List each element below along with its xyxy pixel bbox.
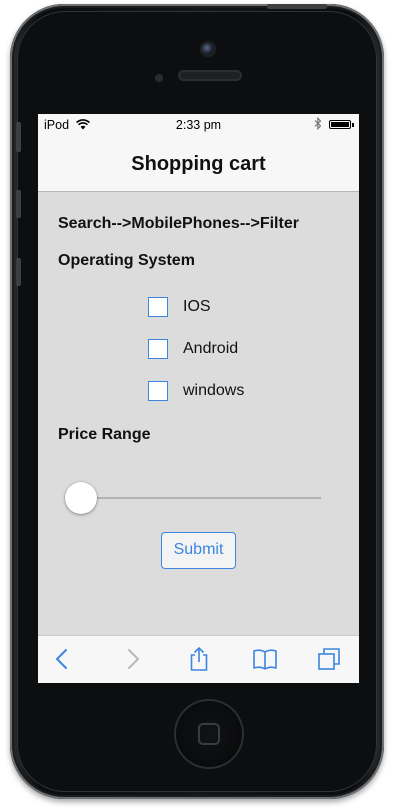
android-checkbox[interactable] <box>148 339 168 359</box>
option-ios[interactable]: IOS <box>148 295 211 319</box>
proximity-sensor <box>155 74 163 82</box>
screen: iPod 2:33 pm Shopping cart Search-->Mobi… <box>38 114 359 683</box>
option-android[interactable]: Android <box>148 337 238 361</box>
option-windows[interactable]: windows <box>148 379 244 403</box>
android-label: Android <box>183 340 239 357</box>
breadcrumb: Search-->MobilePhones-->Filter <box>58 215 299 232</box>
navigation-bar: Shopping cart <box>38 136 359 192</box>
share-icon[interactable] <box>186 646 212 672</box>
submit-button[interactable]: Submit <box>161 532 236 569</box>
windows-label: windows <box>183 382 245 399</box>
os-heading: Operating System <box>58 252 195 269</box>
home-square-icon <box>198 723 220 745</box>
bookmarks-icon[interactable] <box>252 646 278 672</box>
front-camera <box>202 43 214 55</box>
page-title: Shopping cart <box>131 153 266 175</box>
earpiece-speaker <box>178 70 242 81</box>
power-button <box>267 4 327 9</box>
browser-toolbar <box>38 635 359 683</box>
price-range-heading: Price Range <box>58 426 151 443</box>
home-button[interactable] <box>176 701 242 767</box>
volume-down-button <box>16 258 21 286</box>
mute-switch <box>16 122 21 152</box>
back-icon[interactable] <box>50 646 76 672</box>
slider-track <box>75 497 321 499</box>
windows-checkbox[interactable] <box>148 381 168 401</box>
ios-checkbox[interactable] <box>148 297 168 317</box>
forward-icon[interactable] <box>119 646 145 672</box>
slider-thumb[interactable] <box>65 482 97 514</box>
volume-up-button <box>16 190 21 218</box>
ios-label: IOS <box>183 298 211 315</box>
tabs-icon[interactable] <box>316 646 342 672</box>
price-range-slider[interactable] <box>65 482 321 514</box>
